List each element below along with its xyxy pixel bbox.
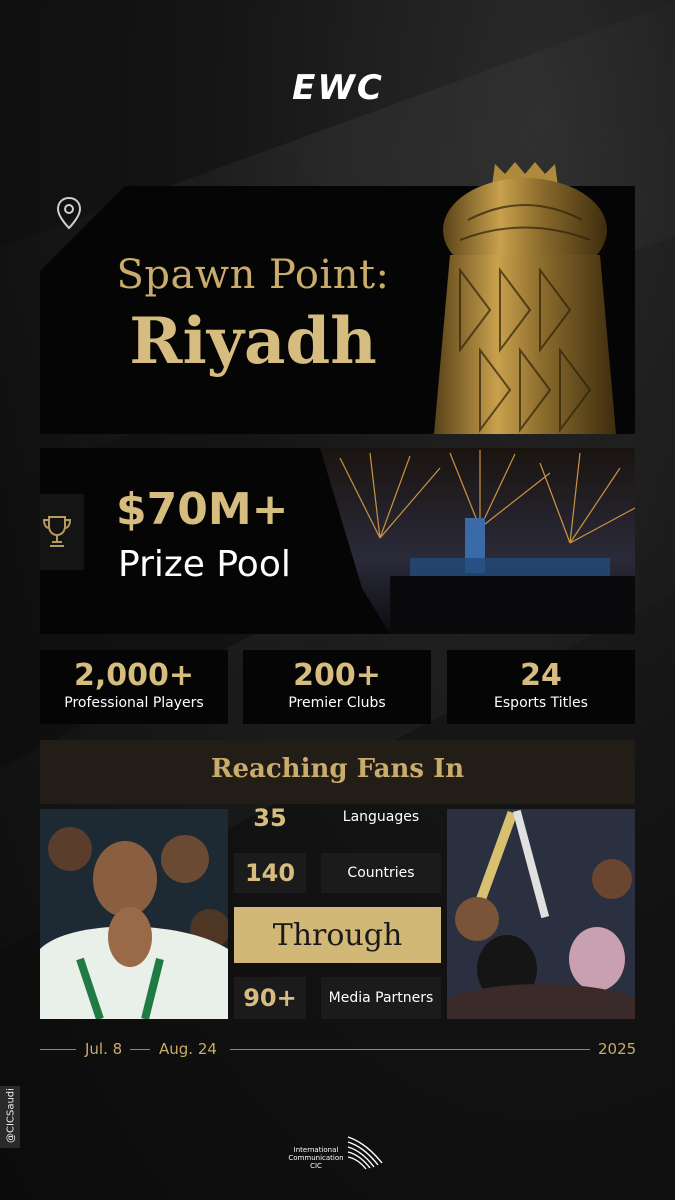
fans-photo-right [447,809,635,1019]
svg-text:EWC: EWC [292,68,384,106]
reach-label-countries: Countries [321,853,441,893]
hero-title-line1: Spawn Point: [116,252,390,298]
fireworks-stage-photo [320,448,635,634]
stat-value: 24 [520,658,562,693]
prize-label: Prize Pool [118,544,291,585]
trophy-cup-icon [42,516,72,547]
stat-card-players: 2,000+ Professional Players [40,650,228,724]
reach-value-languages: 35 [253,804,287,832]
fans-photo-left [40,809,228,1019]
cic-line1: International [293,1146,339,1154]
stat-label: Professional Players [64,695,204,711]
timeline-line [130,1049,150,1050]
location-pin-icon [56,196,82,230]
reach-label-languages: Languages [342,809,420,825]
stat-label: Premier Clubs [288,695,386,711]
reach-label-partners: Media Partners [321,977,441,1019]
cic-wordmark: International Communication CIC [280,1146,352,1170]
stat-card-clubs: 200+ Premier Clubs [243,650,431,724]
social-handle: @CICSaudi [5,1088,17,1143]
timeline-line [40,1049,76,1050]
stat-card-titles: 24 Esports Titles [447,650,635,724]
timeline-end-date: Aug. 24 [159,1040,217,1058]
trophy-image [434,162,616,434]
cic-line2: Communication [288,1154,344,1162]
ewc-logo: EWC [292,68,384,106]
reach-value-partners: 90+ [234,977,306,1019]
stat-value: 2,000+ [73,658,195,693]
cic-line3: CIC [310,1162,322,1170]
timeline-year: 2025 [598,1040,637,1058]
prize-amount: $70M+ [116,484,289,535]
cic-logo-icon [347,1136,383,1170]
stat-value: 200+ [293,658,381,693]
hero-title-city: Riyadh [129,304,377,379]
reach-title: Reaching Fans In [210,754,465,784]
reach-value-countries: 140 [234,853,306,893]
timeline-start-date: Jul. 8 [85,1040,123,1058]
through-banner: Through [234,907,441,963]
timeline-line [230,1049,590,1050]
stat-label: Esports Titles [494,695,588,711]
